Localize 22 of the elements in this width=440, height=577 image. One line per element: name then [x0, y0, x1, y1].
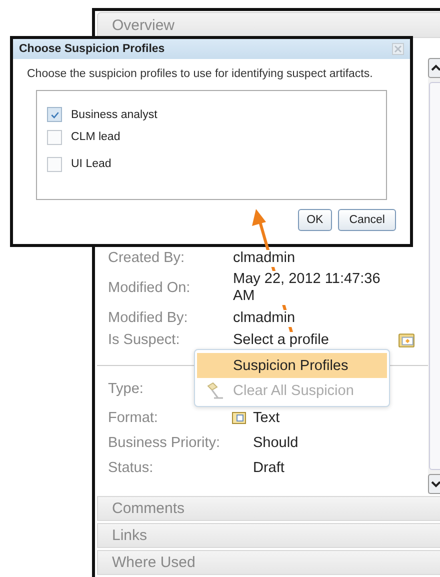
- field-value: clmadmin: [233, 250, 296, 266]
- menu-item[interactable]: Suspicion Profiles: [197, 353, 387, 378]
- field-value: Select a profile: [233, 332, 329, 348]
- checkbox-label[interactable]: CLM lead: [71, 131, 120, 143]
- field-label: Created By:: [108, 250, 186, 266]
- dialog-description: Choose the suspicion profiles to use for identifying suspect artifacts.: [27, 68, 374, 80]
- dialog-title: Choose Suspicion Profiles: [19, 43, 165, 55]
- field-value: Draft: [253, 460, 284, 476]
- field-label: Modified By:: [108, 310, 189, 326]
- field-value: clmadmin: [233, 310, 296, 326]
- field-label: Format:: [108, 410, 158, 426]
- field-label: Is Suspect:: [108, 332, 181, 348]
- ok-button[interactable]: OK: [298, 209, 332, 231]
- field-label: Type:: [108, 380, 144, 396]
- checkbox-label[interactable]: UI Lead: [71, 158, 112, 170]
- field-value: Text: [253, 410, 280, 426]
- field-label: Business Priority:: [108, 434, 220, 450]
- field-label: Modified On:: [108, 280, 192, 296]
- field-label: Status:: [108, 460, 154, 476]
- cancel-button[interactable]: Cancel: [338, 209, 396, 231]
- field-value: Should: [253, 434, 298, 450]
- checkbox-label[interactable]: Business analyst: [71, 108, 158, 120]
